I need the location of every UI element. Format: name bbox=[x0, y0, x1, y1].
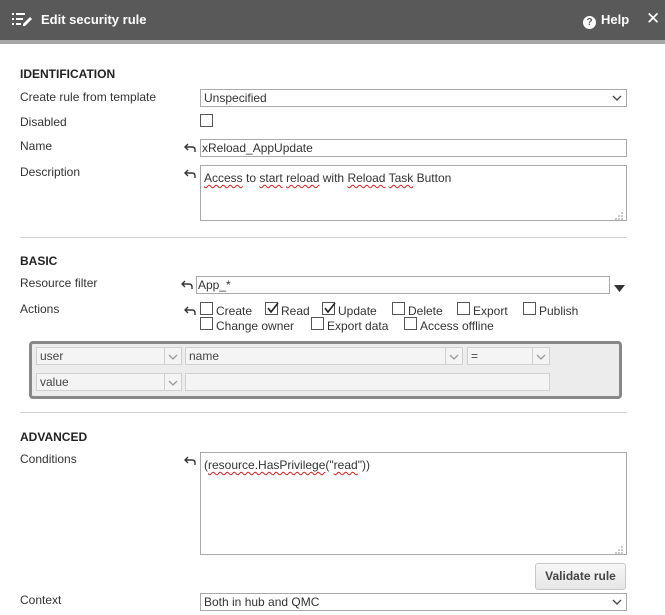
help-icon: ? bbox=[583, 16, 596, 29]
dialog-header: Edit security rule ? Help ✕ bbox=[0, 0, 665, 40]
action-read-label: Read bbox=[281, 304, 310, 318]
context-label: Context bbox=[20, 593, 62, 607]
undo-arrow-icon[interactable] bbox=[184, 168, 196, 178]
action-access-offline-checkbox[interactable] bbox=[404, 317, 417, 330]
action-update-checkbox[interactable] bbox=[322, 302, 336, 315]
resize-grip-icon[interactable] bbox=[615, 543, 623, 554]
context-select[interactable]: Both in hub and QMC bbox=[200, 593, 627, 611]
action-publish-label: Publish bbox=[539, 304, 579, 318]
action-delete-label: Delete bbox=[408, 304, 443, 318]
resource-filter-label: Resource filter bbox=[20, 276, 98, 290]
action-publish-checkbox[interactable] bbox=[523, 302, 536, 315]
action-export-data-label: Export data bbox=[327, 319, 389, 333]
action-delete-checkbox[interactable] bbox=[392, 302, 405, 315]
action-export-label: Export bbox=[473, 304, 508, 318]
header-divider bbox=[0, 40, 665, 44]
chevron-down-icon bbox=[449, 351, 459, 361]
undo-arrow-icon[interactable] bbox=[184, 455, 196, 465]
undo-arrow-icon[interactable] bbox=[184, 142, 196, 152]
rule-value-input[interactable] bbox=[185, 373, 550, 391]
validate-rule-button[interactable]: Validate rule bbox=[535, 563, 626, 590]
checkmark-icon bbox=[267, 302, 279, 314]
action-access-offline-label: Access offline bbox=[420, 319, 494, 333]
template-select[interactable]: Unspecified bbox=[200, 89, 627, 107]
chevron-down-icon bbox=[168, 351, 178, 361]
undo-arrow-icon[interactable] bbox=[181, 279, 193, 289]
disabled-label: Disabled bbox=[20, 115, 67, 129]
chevron-down-icon bbox=[612, 92, 622, 102]
description-label: Description bbox=[20, 165, 81, 179]
chevron-down-icon bbox=[168, 377, 178, 387]
resize-grip-icon[interactable] bbox=[615, 209, 623, 220]
section-divider bbox=[20, 237, 627, 238]
conditions-label: Conditions bbox=[20, 452, 77, 466]
rule-value-type-value: value bbox=[40, 375, 69, 389]
description-text: Access to start reload with Reload Task … bbox=[204, 171, 452, 185]
resource-filter-input[interactable]: App_* bbox=[196, 276, 610, 294]
resource-filter-value: App_* bbox=[198, 278, 231, 292]
undo-arrow-icon[interactable] bbox=[184, 305, 196, 315]
rule-value-type-select[interactable]: value bbox=[36, 373, 182, 391]
conditions-textarea[interactable]: (resource.HasPrivilege("read")) bbox=[200, 452, 627, 555]
action-read-checkbox[interactable] bbox=[265, 302, 279, 315]
action-change-owner-checkbox[interactable] bbox=[200, 317, 213, 330]
rule-property-select[interactable]: name bbox=[185, 347, 463, 365]
rule-operator-value: = bbox=[471, 349, 479, 363]
context-select-value: Both in hub and QMC bbox=[204, 595, 320, 609]
template-select-value: Unspecified bbox=[204, 91, 267, 105]
chevron-down-icon bbox=[536, 351, 546, 361]
template-label: Create rule from template bbox=[20, 90, 157, 104]
section-divider bbox=[20, 412, 627, 413]
rule-property-value: name bbox=[189, 349, 220, 363]
action-change-owner-label: Change owner bbox=[216, 319, 295, 333]
action-create-label: Create bbox=[216, 304, 253, 318]
dialog-title: Edit security rule bbox=[41, 12, 147, 27]
dropdown-triangle-icon[interactable] bbox=[614, 281, 625, 292]
rule-type-select[interactable]: user bbox=[36, 347, 182, 365]
disabled-checkbox[interactable] bbox=[200, 114, 213, 127]
rule-operator-select[interactable]: = bbox=[467, 347, 550, 365]
close-icon[interactable]: ✕ bbox=[646, 9, 660, 29]
rule-editor-box: user name = value bbox=[29, 341, 622, 399]
conditions-text: (resource.HasPrivilege("read")) bbox=[204, 458, 370, 472]
action-export-checkbox[interactable] bbox=[457, 302, 470, 315]
action-create-checkbox[interactable] bbox=[200, 302, 213, 315]
section-title-advanced: ADVANCED bbox=[20, 430, 88, 444]
name-label: Name bbox=[20, 139, 53, 153]
rule-type-value: user bbox=[40, 349, 64, 363]
action-update-label: Update bbox=[338, 304, 377, 318]
action-export-data-checkbox[interactable] bbox=[311, 317, 324, 330]
section-title-basic: BASIC bbox=[20, 254, 58, 268]
list-edit-icon bbox=[12, 12, 32, 26]
name-input[interactable]: xReload_AppUpdate bbox=[200, 139, 627, 157]
help-label: Help bbox=[601, 12, 630, 27]
checkmark-icon bbox=[324, 302, 336, 314]
actions-label: Actions bbox=[20, 302, 60, 316]
help-button[interactable]: ? Help bbox=[583, 12, 629, 29]
name-input-value: xReload_AppUpdate bbox=[202, 141, 313, 155]
section-title-identification: IDENTIFICATION bbox=[20, 67, 116, 81]
description-textarea[interactable]: Access to start reload with Reload Task … bbox=[200, 165, 627, 221]
chevron-down-icon bbox=[612, 596, 622, 606]
